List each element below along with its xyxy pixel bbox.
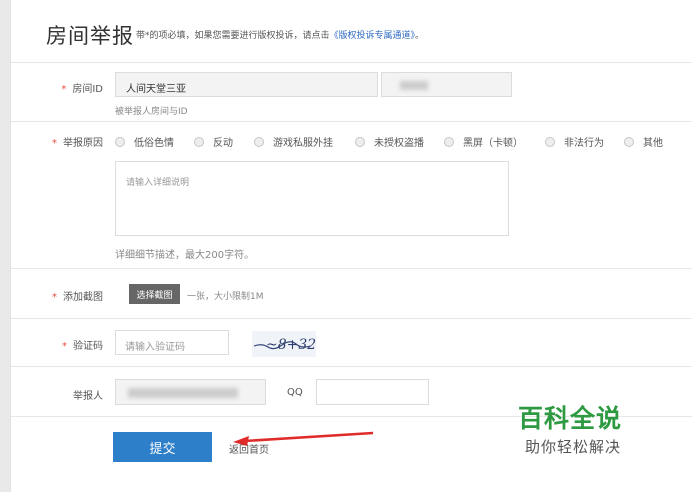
reason-detail-textarea[interactable]: 请输入详细说明 bbox=[115, 161, 509, 236]
reason-label: * 举报原因 bbox=[52, 138, 103, 149]
qq-label: QQ bbox=[287, 387, 303, 398]
radio-icon bbox=[355, 136, 365, 147]
screenshot-hint: 一张，大小限制1M bbox=[187, 292, 264, 302]
radio-icon bbox=[545, 136, 555, 147]
header-note-end: 。 bbox=[415, 31, 425, 41]
reason-option-game-cheat[interactable]: 游戏私服外挂 bbox=[254, 134, 333, 149]
captcha-image[interactable]: ~8+32 bbox=[252, 331, 316, 357]
reason-option-piracy[interactable]: 未授权盗播 bbox=[355, 134, 424, 149]
reporter-label: 举报人 bbox=[73, 391, 103, 402]
divider bbox=[11, 366, 692, 367]
header-note: 带*的项必填，如果您需要进行版权投诉，请点击《版权投诉专属通道》。 bbox=[136, 28, 424, 41]
page-title: 房间举报 bbox=[46, 24, 134, 48]
screenshot-label: * 添加截图 bbox=[52, 292, 103, 303]
divider bbox=[11, 268, 692, 269]
room-id-hint: 被举报人房间与ID bbox=[115, 107, 188, 117]
report-form-card: 房间举报 带*的项必填，如果您需要进行版权投诉，请点击《版权投诉专属通道》。 *… bbox=[10, 0, 692, 492]
captcha-graphic: ~8+32 bbox=[253, 337, 316, 353]
reason-option-illegal[interactable]: 非法行为 bbox=[545, 134, 604, 149]
room-number-field[interactable] bbox=[381, 72, 512, 97]
blurred-reporter bbox=[128, 388, 238, 398]
red-arrow-annotation bbox=[233, 431, 374, 446]
captcha-text: ~8+32 bbox=[266, 337, 316, 353]
blurred-room-number bbox=[400, 81, 428, 90]
header-note-text: 带*的项必填，如果您需要进行版权投诉，请点击 bbox=[136, 31, 330, 41]
choose-screenshot-button[interactable]: 选择截图 bbox=[129, 284, 180, 304]
divider bbox=[11, 121, 692, 122]
captcha-label: * 验证码 bbox=[62, 341, 103, 352]
radio-icon bbox=[194, 136, 204, 147]
radio-icon bbox=[254, 136, 264, 147]
reason-option-other[interactable]: 其他 bbox=[624, 134, 663, 149]
reporter-field[interactable] bbox=[115, 379, 266, 405]
reason-option-reactionary[interactable]: 反动 bbox=[194, 134, 233, 149]
watermark-subtitle: 助你轻松解决 bbox=[525, 438, 622, 456]
watermark-title: 百科全说 bbox=[518, 404, 623, 433]
captcha-input[interactable]: 请输入验证码 bbox=[115, 330, 229, 355]
reason-option-vulgar[interactable]: 低俗色情 bbox=[115, 134, 174, 149]
qq-input[interactable] bbox=[316, 379, 429, 405]
divider bbox=[11, 62, 692, 63]
room-id-field[interactable]: 人间天堂三亚 bbox=[115, 72, 378, 97]
radio-icon bbox=[624, 136, 634, 147]
divider bbox=[11, 318, 692, 319]
room-id-label: * 房间ID bbox=[61, 84, 103, 95]
radio-icon bbox=[444, 136, 454, 147]
reason-detail-hint: 详细细节描述，最大200字符。 bbox=[115, 250, 255, 261]
submit-button[interactable]: 提交 bbox=[113, 432, 212, 462]
copyright-link[interactable]: 《版权投诉专属通道》 bbox=[330, 31, 416, 41]
reason-option-black-screen[interactable]: 黑屏（卡顿） bbox=[444, 134, 523, 149]
radio-icon bbox=[115, 136, 125, 147]
